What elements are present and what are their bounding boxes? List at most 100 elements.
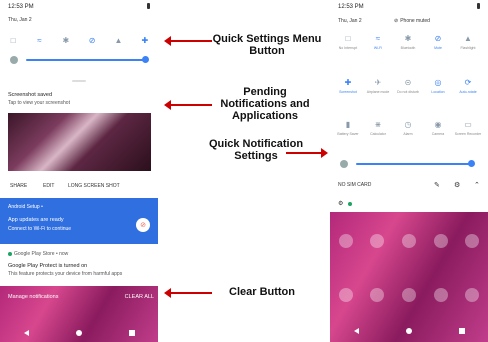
phone-icon[interactable] xyxy=(338,288,353,302)
brightness-thumb[interactable] xyxy=(468,160,475,167)
label-quick-settings: Quick Settings Menu Button xyxy=(212,33,322,57)
tile-auto-rotate[interactable]: ⟳ Auto-rotate xyxy=(454,76,482,95)
chevron-up-icon[interactable]: ⌃ xyxy=(474,181,480,189)
home-icon[interactable] xyxy=(405,328,412,334)
edit-icon[interactable]: ✎ xyxy=(434,181,440,189)
notification-footer: Manage notifications CLEAR ALL xyxy=(0,294,158,304)
notification-title: Screenshot saved xyxy=(8,92,53,98)
back-icon[interactable] xyxy=(23,330,29,336)
opera-icon[interactable] xyxy=(401,288,416,302)
tile-airplane[interactable]: ✈ Airplane mode xyxy=(364,76,392,95)
app-icon[interactable] xyxy=(465,234,480,248)
app-icon[interactable] xyxy=(433,234,448,248)
google-icon[interactable] xyxy=(433,288,448,302)
brightness-thumb[interactable] xyxy=(142,56,149,63)
camera-app-icon[interactable] xyxy=(465,288,480,302)
tile-location[interactable]: ◎ Location xyxy=(424,76,452,95)
tile-calculator[interactable]: ⋇ Calculator xyxy=(364,118,392,137)
navigation-bar xyxy=(330,322,488,340)
tile-label: No Interrupt xyxy=(338,46,358,50)
right-phone-screen: 12:53 PM Thu, Jan 2 ⊘ Phone muted □ No Int… xyxy=(330,0,488,342)
setup-title: App updates are ready xyxy=(8,217,64,223)
flashlight-icon: ▲ xyxy=(464,33,472,43)
screenshot-icon[interactable]: ✚ xyxy=(139,34,151,46)
arrow-quick-settings xyxy=(164,36,212,46)
flashlight-icon[interactable]: ▲ xyxy=(112,34,124,46)
battery-icon xyxy=(477,3,480,9)
tile-screenshot[interactable]: ✚ Screenshot xyxy=(334,76,362,95)
date-label: Thu, Jan 2 xyxy=(8,17,32,23)
tile-dnd[interactable]: □ No Interrupt xyxy=(334,32,362,51)
settings-gear-icon[interactable]: ⚙ xyxy=(338,200,343,207)
brightness-slider[interactable] xyxy=(356,163,470,165)
phone-status: ⊘ Phone muted xyxy=(394,18,430,24)
status-bar: 12:53 PM xyxy=(330,0,488,14)
tile-alarm[interactable]: ◷ Alarm xyxy=(394,118,422,137)
screenshot-notification[interactable]: Screenshot saved Tap to view your screen… xyxy=(0,88,158,192)
tile-mute[interactable]: ⊘ Mute xyxy=(424,32,452,51)
play-status-icon xyxy=(348,202,352,206)
label-quick-notification: Quick Notification Settings xyxy=(208,138,304,162)
app-icon[interactable] xyxy=(401,234,416,248)
no-wifi-icon: ⊘ xyxy=(136,218,150,232)
screenshot-preview[interactable] xyxy=(8,113,151,171)
tile-label: Flashlight xyxy=(460,46,476,50)
bluetooth-icon[interactable]: ✱ xyxy=(60,34,72,46)
phone-status-text: Phone muted xyxy=(400,18,430,24)
tile-screen-recorder[interactable]: ▭ Screen Recorder xyxy=(454,118,482,137)
recents-icon[interactable] xyxy=(128,330,135,336)
recents-icon[interactable] xyxy=(458,328,465,334)
rotate-icon: ⟳ xyxy=(464,77,472,87)
tile-flashlight[interactable]: ▲ Flashlight xyxy=(454,32,482,51)
battery-icon: ▮ xyxy=(345,119,351,129)
edit-action[interactable]: EDIT xyxy=(43,183,54,189)
home-icon[interactable] xyxy=(75,330,82,336)
back-icon[interactable] xyxy=(353,328,359,334)
long-screenshot-action[interactable]: LONG SCREEN SHOT xyxy=(68,183,120,189)
tile-label: Camera xyxy=(431,132,445,136)
tile-label: Do not disturb xyxy=(397,90,419,94)
app-icon[interactable] xyxy=(338,234,353,248)
tile-battery-saver[interactable]: ▮ Battery Saver xyxy=(334,118,362,137)
arrow-pending xyxy=(164,100,212,110)
manage-notifications-button[interactable]: Manage notifications xyxy=(8,294,58,300)
left-phone-screen: 12:53 PM Thu, Jan 2 □ ≈ ✱ ⊘ ▲ ✚ Screensh… xyxy=(0,0,158,342)
battery-icon xyxy=(147,3,150,9)
brightness-slider[interactable] xyxy=(26,59,146,61)
tile-label: Auto-rotate xyxy=(459,90,477,94)
status-time: 12:53 PM xyxy=(338,4,364,10)
dnd-icon[interactable]: □ xyxy=(7,34,19,46)
share-action[interactable]: SHARE xyxy=(10,183,27,189)
tile-do-not-disturb[interactable]: ⊝ Do not disturb xyxy=(394,76,422,95)
play-store-notification[interactable]: Google Play Store • now Google Play Prot… xyxy=(0,246,158,286)
tile-bluetooth[interactable]: ✱ Bluetooth xyxy=(394,32,422,51)
play-title: Google Play Protect is turned on xyxy=(8,263,88,269)
tile-camera[interactable]: ◉ Camera xyxy=(424,118,452,137)
navigation-bar xyxy=(0,324,158,342)
tile-label: Mute xyxy=(434,46,442,50)
clear-all-button[interactable]: CLEAR ALL xyxy=(125,294,154,300)
airplane-icon: ✈ xyxy=(374,77,382,87)
home-wallpaper: Manage notifications CLEAR ALL xyxy=(0,286,158,342)
setup-notification[interactable]: Android Setup • App updates are ready Co… xyxy=(0,198,158,244)
tile-wifi[interactable]: ≈ Wi-Fi xyxy=(364,32,392,51)
tile-label: Location xyxy=(431,90,445,94)
do-not-disturb-icon: ⊝ xyxy=(404,77,412,87)
sim-status: NO SIM CARD xyxy=(338,182,372,188)
mute-status-icon: ⊘ xyxy=(394,18,399,24)
mute-icon: ⊘ xyxy=(434,33,442,43)
messages-icon[interactable] xyxy=(370,288,385,302)
mute-icon[interactable]: ⊘ xyxy=(86,34,98,46)
label-pending: Pending Notifications and Applications xyxy=(220,86,310,122)
app-icon[interactable] xyxy=(370,234,385,248)
drag-handle[interactable] xyxy=(72,80,86,82)
tile-label: Alarm xyxy=(403,132,413,136)
tile-label: Bluetooth xyxy=(400,46,416,50)
settings-icon[interactable]: ⚙ xyxy=(454,181,460,189)
setup-subtitle: Connect to Wi-Fi to continue xyxy=(8,226,72,232)
brightness-icon xyxy=(340,160,348,168)
wifi-icon[interactable]: ≈ xyxy=(33,34,45,46)
arrow-clear xyxy=(164,288,212,298)
notification-subtitle: Tap to view your screenshot xyxy=(8,100,70,106)
camera-icon: ◉ xyxy=(434,119,442,129)
